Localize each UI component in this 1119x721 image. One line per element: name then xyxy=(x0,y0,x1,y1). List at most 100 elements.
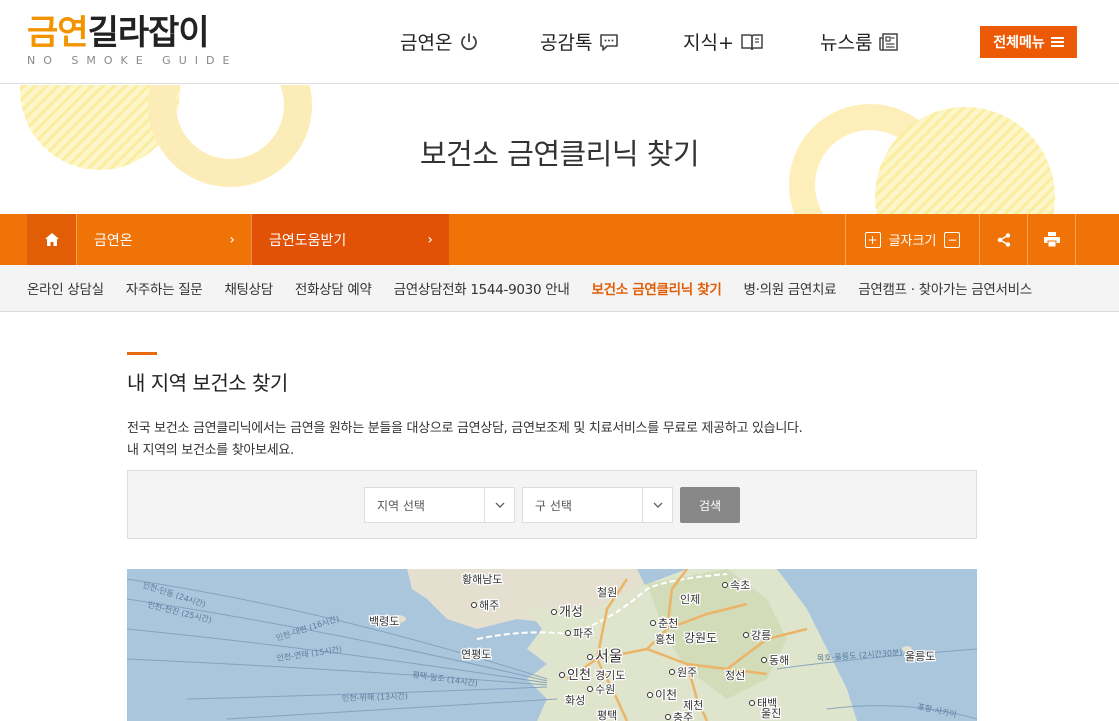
page-tools: + 글자크기 − xyxy=(845,214,1076,265)
subtab-faq[interactable]: 자주하는 질문 xyxy=(126,278,203,298)
map-place-label: 인제 xyxy=(680,593,700,606)
home-button[interactable] xyxy=(27,214,76,265)
map-place-label: 황해남도 xyxy=(462,572,502,586)
map-city-marker xyxy=(587,686,593,692)
subtab-hospital-treatment[interactable]: 병·의원 금연치료 xyxy=(743,278,836,298)
description-line: 전국 보건소 금연클리닉에서는 금연을 원하는 분들을 대상으로 금연상담, 금… xyxy=(127,421,803,436)
all-menu-label: 전체메뉴 xyxy=(993,35,1045,51)
main-content: 내 지역 보건소 찾기 전국 보건소 금연클리닉에서는 금연을 원하는 분들을 … xyxy=(127,352,977,462)
subtab-camp-outreach[interactable]: 금연캠프 · 찾아가는 금연서비스 xyxy=(858,278,1032,298)
chevron-down-icon xyxy=(484,488,514,522)
district-select[interactable]: 구 선택 xyxy=(522,487,673,523)
subtab-phone-reservation[interactable]: 전화상담 예약 xyxy=(295,278,372,298)
map-place-label: 화성 xyxy=(565,694,585,707)
font-size-increase-icon[interactable]: + xyxy=(864,231,881,248)
map-place-label: 홍천 xyxy=(655,632,675,646)
share-button[interactable] xyxy=(979,214,1027,265)
chat-bubble-icon xyxy=(598,31,620,53)
location-bar: 금연온 › 금연도움받기 › + 글자크기 − xyxy=(0,214,1119,265)
map-place-label: 평택 xyxy=(597,709,617,721)
map-place-label: 백령도 xyxy=(369,615,399,628)
map-city-marker xyxy=(743,632,749,638)
map-city-marker xyxy=(749,700,755,706)
subtab-chat[interactable]: 채팅상담 xyxy=(224,278,273,298)
chevron-right-icon: › xyxy=(229,232,235,248)
map-place-label: 제천 xyxy=(683,698,703,712)
map-place-label: 인천 xyxy=(567,668,591,683)
breadcrumb-level1[interactable]: 금연온 › xyxy=(76,214,251,265)
subtab-quitline-info[interactable]: 금연상담전화 1544-9030 안내 xyxy=(394,278,570,298)
map-place-label: 울진 xyxy=(761,707,781,720)
region-select[interactable]: 지역 선택 xyxy=(364,487,515,523)
print-button[interactable] xyxy=(1027,214,1076,265)
map-place-label: 연평도 xyxy=(461,648,491,661)
map-city-marker xyxy=(761,657,767,663)
nav-item-newsroom[interactable]: 뉴스룸 xyxy=(820,28,940,55)
nav-item-geumyeon-on[interactable]: 금연온 xyxy=(400,28,540,55)
map-place-label: 충주 xyxy=(673,711,693,721)
map-city-marker xyxy=(587,654,593,660)
share-icon xyxy=(997,232,1010,247)
map-place-label: 이천 xyxy=(655,687,677,702)
font-size-decrease-icon[interactable]: − xyxy=(944,231,961,248)
logo-text-orange: 금연 xyxy=(27,13,89,53)
map-place-label: 해주 xyxy=(479,598,499,612)
map-place-label: 수원 xyxy=(595,683,615,696)
map-canvas[interactable]: 황해남도해주 개성 철원인제 속초백령도파주 춘천강원도 강릉연평도 서울 홍천동해 울릉도인천… xyxy=(127,569,977,721)
breadcrumb-level2[interactable]: 금연도움받기 › xyxy=(251,214,449,265)
search-button[interactable]: 검색 xyxy=(680,487,740,523)
map-place-label: 원주 xyxy=(677,666,697,679)
map-city-marker xyxy=(551,609,557,615)
breadcrumb-label: 금연온 xyxy=(94,232,133,249)
print-icon xyxy=(1043,232,1060,247)
map-city-marker xyxy=(722,582,728,588)
nav-label: 공감톡 xyxy=(540,32,593,54)
map-city-marker xyxy=(471,602,477,608)
map-city-marker xyxy=(565,630,571,636)
home-icon xyxy=(44,233,59,246)
nav-item-knowledge-plus[interactable]: 지식+ xyxy=(683,28,820,55)
heading-accent xyxy=(127,352,157,355)
region-select-value: 지역 선택 xyxy=(377,498,425,513)
section-description: 전국 보건소 금연클리닉에서는 금연을 원하는 분들을 대상으로 금연상담, 금… xyxy=(127,418,977,462)
map-place-label: 속초 xyxy=(730,579,750,592)
newspaper-icon xyxy=(878,31,900,53)
region-map[interactable]: 황해남도 해주 개성 철원 인제 속초 백령도 파주 춘천 강원도 강릉 연평도 서울 홍천 동해 울릉도 인천… xyxy=(127,569,977,721)
nav-item-gonggam-talk[interactable]: 공감톡 xyxy=(540,28,683,55)
map-city-marker xyxy=(559,672,565,678)
chevron-right-icon: › xyxy=(427,232,433,248)
main-nav: 금연온 공감톡 지식+ 뉴스룸 xyxy=(400,28,940,55)
breadcrumb-label: 금연도움받기 xyxy=(269,232,347,249)
font-size-label: 글자크기 xyxy=(888,234,937,249)
book-icon xyxy=(740,31,763,53)
nav-label: 뉴스룸 xyxy=(820,32,873,54)
map-city-marker xyxy=(665,714,671,720)
map-place-label: 개성 xyxy=(559,605,583,620)
map-place-label: 울릉도 xyxy=(905,650,935,663)
map-place-label: 서울 xyxy=(595,647,623,665)
map-city-marker xyxy=(650,620,656,626)
search-box: 지역 선택 구 선택 검색 xyxy=(127,470,977,539)
sub-tabs: 온라인 상담실 자주하는 질문 채팅상담 전화상담 예약 금연상담전화 1544… xyxy=(0,265,1119,312)
map-place-label: 강원도 xyxy=(684,631,717,645)
map-place-label: 춘천 xyxy=(658,616,678,630)
map-place-label: 정선 xyxy=(725,669,745,682)
subtab-online-counseling[interactable]: 온라인 상담실 xyxy=(27,278,104,298)
map-city-marker xyxy=(647,692,653,698)
map-place-label: 강릉 xyxy=(751,629,771,642)
page-banner: 보건소 금연클리닉 찾기 xyxy=(0,85,1119,214)
section-heading: 내 지역 보건소 찾기 xyxy=(127,371,288,395)
map-city-marker xyxy=(669,669,675,675)
chevron-down-icon xyxy=(642,488,672,522)
map-place-label: 경기도 xyxy=(595,669,625,682)
power-icon xyxy=(458,31,480,53)
site-header: 금연길라잡이 NO SMOKE GUIDE 금연온 공감톡 지식+ 뉴스룸 전체… xyxy=(0,0,1119,84)
page-title: 보건소 금연클리닉 찾기 xyxy=(419,137,700,171)
subtab-health-center-clinic[interactable]: 보건소 금연클리닉 찾기 xyxy=(591,278,721,298)
nav-label: 지식+ xyxy=(683,32,734,54)
site-logo[interactable]: 금연길라잡이 NO SMOKE GUIDE xyxy=(27,14,237,67)
all-menu-button[interactable]: 전체메뉴 xyxy=(980,26,1077,58)
logo-subtitle: NO SMOKE GUIDE xyxy=(27,54,238,67)
description-line: 내 지역의 보건소를 찾아보세요. xyxy=(127,443,294,458)
map-place-label: 철원 xyxy=(597,586,617,599)
